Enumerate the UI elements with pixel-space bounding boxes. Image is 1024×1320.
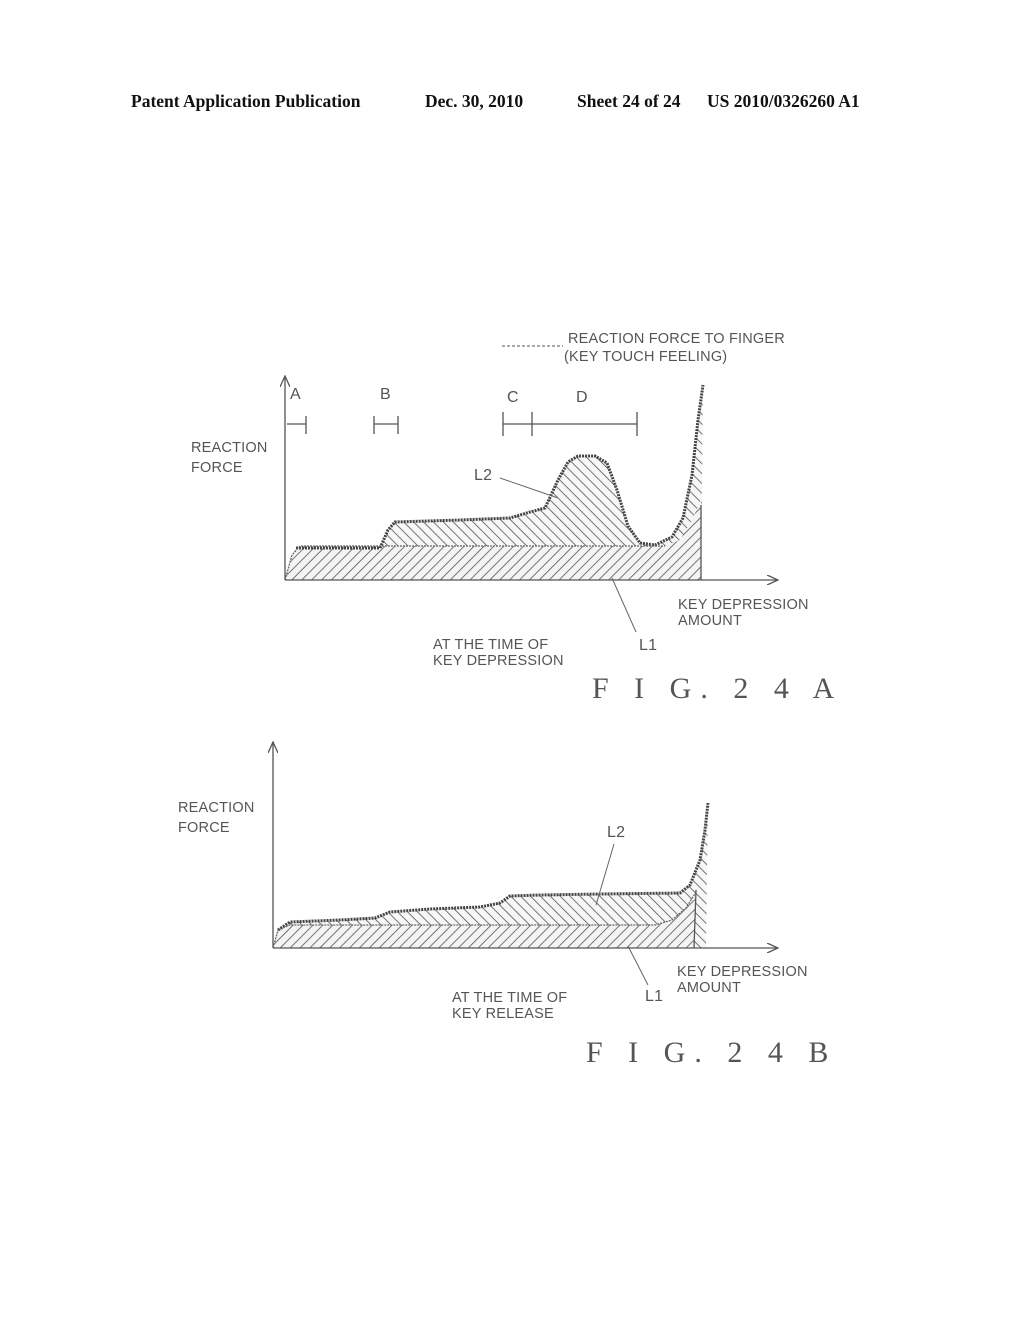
fig-24b-condition-2: KEY RELEASE: [452, 1006, 554, 1022]
fig-24a-graph: [285, 345, 778, 633]
fig-24b-x-label-1: KEY DEPRESSION: [677, 964, 808, 980]
fig-24a-region-a: A: [290, 386, 301, 403]
fig-24a-region-c: C: [507, 389, 519, 406]
fig-24b-condition-1: AT THE TIME OF: [452, 990, 568, 1006]
fig-24b-l1-label: L1: [645, 988, 664, 1005]
fig-24a-region-brackets: [287, 412, 638, 436]
fig-24a-l2-label: L2: [474, 467, 493, 484]
fig-24a-l2-leader: [499, 477, 559, 499]
fig-24b-graph: [273, 742, 778, 986]
fig-24a-condition-1: AT THE TIME OF: [433, 637, 549, 653]
fig-24b-y-label-2: FORCE: [178, 820, 230, 836]
fig-24a-region-d: D: [576, 389, 588, 406]
fig-24a-l1-leader: [611, 577, 637, 633]
fig-24a-caption: F I G. 2 4 A: [592, 672, 844, 705]
fig-24b-l1-leader: [627, 945, 649, 986]
fig-24b-y-label-1: REACTION: [178, 800, 255, 816]
fig-24b-x-label-2: AMOUNT: [677, 980, 742, 996]
fig-24a-y-label-1: REACTION: [191, 440, 268, 456]
fig-24a-x-label-1: KEY DEPRESSION: [678, 597, 809, 613]
fig-24a-y-label-2: FORCE: [191, 460, 243, 476]
fig-24a-legend-text-1: REACTION FORCE TO FINGER: [568, 331, 785, 347]
fig-24b-l2-label: L2: [607, 824, 626, 841]
fig-24b-caption: F I G. 2 4 B: [586, 1036, 838, 1069]
fig-24a-x-label-2: AMOUNT: [678, 613, 743, 629]
fig-24a-condition-2: KEY DEPRESSION: [433, 653, 564, 669]
fig-24a-region-b: B: [380, 386, 391, 403]
fig-24a-legend-text-2: (KEY TOUCH FEELING): [564, 349, 728, 365]
fig-24a-l1-label: L1: [639, 637, 658, 654]
